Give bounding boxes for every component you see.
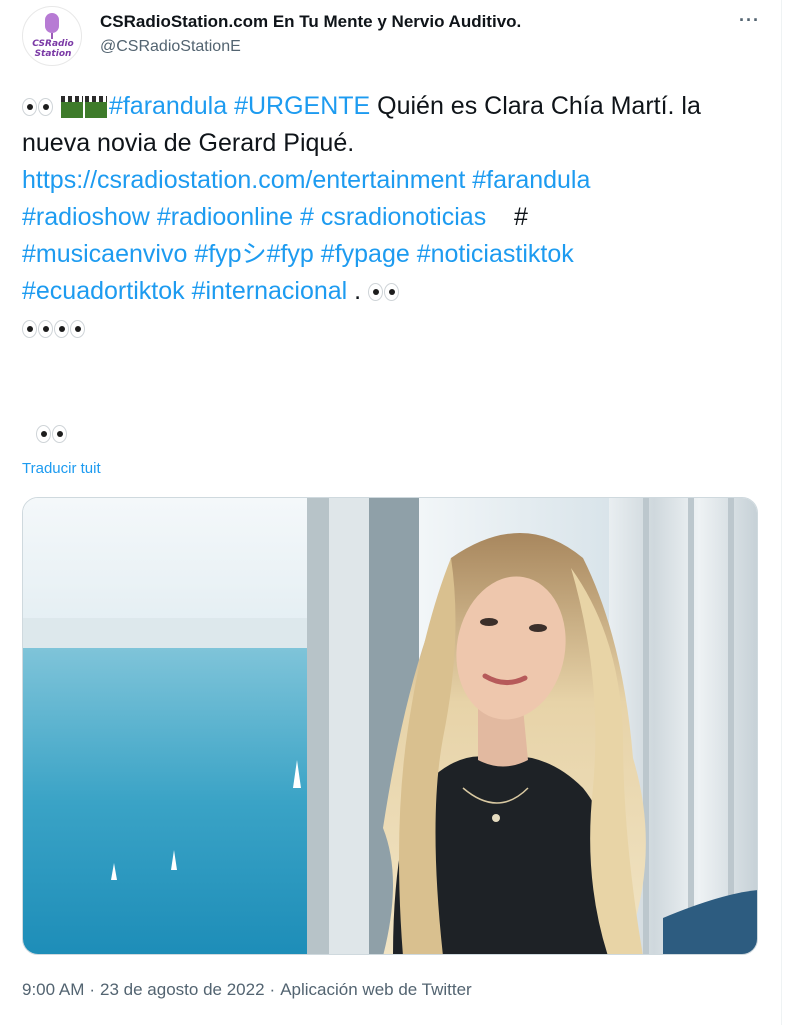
avatar-brand-line2: Station [34, 49, 72, 59]
eyes-emoji-icon [36, 424, 51, 443]
hashtag-link[interactable]: #musicaenvivo [22, 240, 187, 268]
eyes-emoji-line [36, 418, 68, 448]
hashtag-link[interactable]: #fypage [321, 240, 410, 268]
separator: · [269, 980, 276, 999]
tweet-header: CSRadio Station CSRadioStation.com En Tu… [22, 6, 762, 70]
hashtag-link[interactable]: #radioonline [157, 203, 293, 231]
author-handle[interactable]: @CSRadioStationE [100, 38, 241, 56]
hashtag-link[interactable]: #internacional [192, 277, 348, 305]
hashtag-link[interactable]: #URGENTE [234, 92, 370, 120]
eyes-emoji-icon [52, 424, 67, 443]
eyes-emoji-icon [22, 98, 37, 117]
avatar[interactable]: CSRadio Station [22, 6, 82, 66]
hashtag-link[interactable]: #farandula [109, 92, 227, 120]
hashtag-link[interactable]: # csradionoticias [300, 203, 486, 231]
tweet-time[interactable]: 9:00 AM [22, 980, 84, 999]
hashtag-link[interactable]: #noticiastiktok [417, 240, 574, 268]
tweet-text: #farandula #URGENTE Quién es Clara Chía … [22, 88, 762, 347]
translate-tweet-link[interactable]: Traducir tuit [22, 460, 101, 477]
hashtag-link[interactable]: #farandula [472, 166, 590, 194]
microphone-icon [45, 13, 59, 33]
hashtag-link[interactable]: #ecuadortiktok [22, 277, 185, 305]
tweet-source[interactable]: Aplicación web de Twitter [280, 980, 472, 999]
eyes-emoji-icon [22, 320, 37, 339]
author-display-name[interactable]: CSRadioStation.com En Tu Mente y Nervio … [100, 12, 521, 32]
eyes-emoji-icon [368, 283, 384, 302]
avatar-brand: CSRadio Station [23, 39, 81, 59]
clapper-board-emoji-icon [60, 96, 83, 119]
tweet-period: . [347, 277, 362, 305]
separator: · [89, 980, 96, 999]
more-options-icon[interactable]: ··· [739, 10, 760, 31]
eyes-emoji-icon [54, 320, 69, 339]
tweet-photo[interactable] [22, 497, 758, 955]
tweet-url-link[interactable]: https://csradiostation.com/entertainment [22, 166, 465, 194]
tweet-footer: 9:00 AM · 23 de agosto de 2022 · Aplicación … [22, 980, 472, 1000]
tweet-date[interactable]: 23 de agosto de 2022 [100, 980, 264, 999]
eyes-emoji-icon [70, 320, 85, 339]
hash-symbol: # [514, 203, 528, 231]
timeline-border [781, 0, 782, 1025]
hashtag-link[interactable]: #fyp [267, 240, 314, 268]
clapper-board-emoji-icon [84, 96, 107, 119]
avatar-brand-line1: CSRadio [32, 39, 74, 49]
hashtag-link[interactable]: #radioshow [22, 203, 150, 231]
eyes-emoji-icon [384, 283, 400, 302]
hashtag-link[interactable]: #fypシ [194, 240, 266, 268]
photo-woman-by-window [23, 498, 757, 954]
eyes-emoji-icon [38, 98, 53, 117]
eyes-emoji-icon [38, 320, 53, 339]
